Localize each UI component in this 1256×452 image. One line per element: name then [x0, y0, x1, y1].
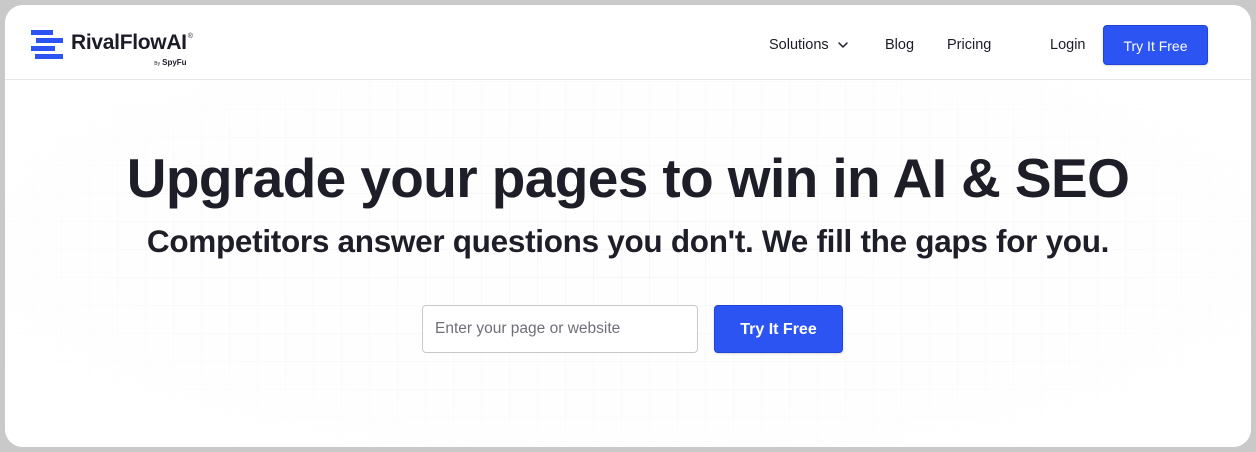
- website-url-input[interactable]: [422, 305, 698, 353]
- hero-try-free-button[interactable]: Try It Free: [714, 305, 843, 353]
- nav-try-free-button[interactable]: Try It Free: [1103, 25, 1208, 65]
- hero-section: Upgrade your pages to win in AI & SEO Co…: [5, 81, 1251, 447]
- nav-solutions[interactable]: Solutions: [769, 25, 849, 65]
- nav-pricing[interactable]: Pricing: [947, 25, 991, 65]
- main-nav: Solutions Blog Pricing Login: [5, 25, 1251, 65]
- top-navbar: RivalFlowAI ® By SpyFu Solutions Blog Pric…: [5, 5, 1251, 80]
- browser-viewport: RivalFlowAI ® By SpyFu Solutions Blog Pric…: [5, 5, 1251, 447]
- hero-signup-form: Try It Free: [422, 305, 843, 353]
- chevron-down-icon: [837, 42, 848, 48]
- nav-solutions-label: Solutions: [769, 37, 829, 53]
- nav-login[interactable]: Login: [1050, 25, 1085, 65]
- hero-title: Upgrade your pages to win in AI & SEO: [126, 147, 1130, 209]
- hero-subtitle: Competitors answer questions you don't. …: [146, 223, 1110, 259]
- nav-blog[interactable]: Blog: [885, 25, 914, 65]
- hero-grid-background: [5, 81, 1251, 447]
